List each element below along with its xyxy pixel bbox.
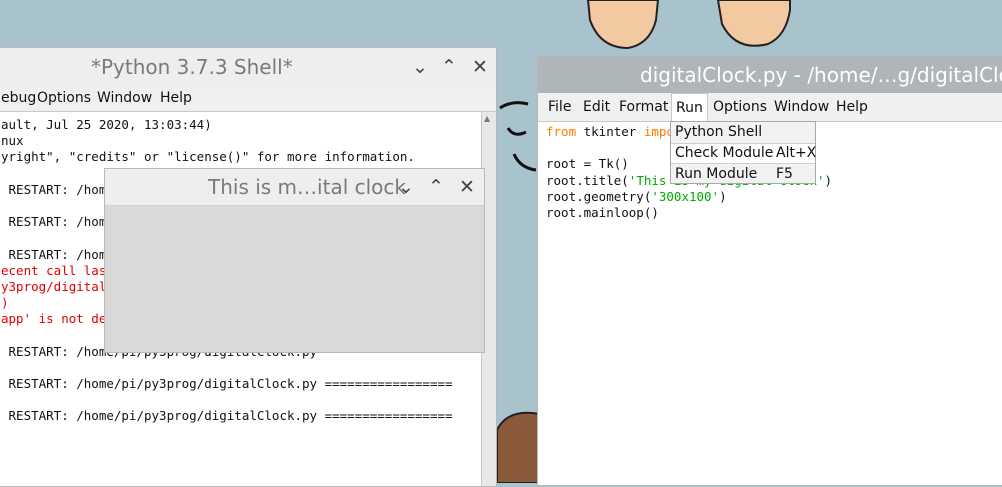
menu-run-module-label: Run Module	[675, 166, 758, 182]
watermark: https://blog.csdn.net/dreamdonghui	[749, 457, 983, 472]
menu-run-label: Run	[676, 100, 703, 116]
editor-title: digitalClock.py - /home/…g/digitalClock.…	[640, 63, 1002, 87]
menu-window[interactable]: Window	[774, 93, 829, 121]
menu-python-shell[interactable]: Python Shell	[671, 122, 815, 143]
shell-line: ault, Jul 25 2020, 13:03:44)	[1, 117, 212, 132]
menu-help-label: Help	[160, 90, 192, 106]
code-token: '300x100'	[651, 188, 720, 204]
menu-help[interactable]: Help	[160, 86, 192, 111]
menu-options[interactable]: Options	[713, 93, 767, 121]
menu-check-module-label: Check Module	[675, 145, 774, 161]
minimize-icon[interactable]: ⌄	[407, 48, 433, 86]
maximize-icon[interactable]: ⌃	[436, 48, 462, 86]
menu-options-label: Options	[713, 99, 768, 115]
menu-run-module-shortcut: F5	[776, 166, 793, 182]
shell-line: RESTART: /home/pi/py3prog/digitalClock.p…	[1, 408, 453, 424]
menu-window-label: Window	[774, 99, 830, 115]
close-icon[interactable]: ✕	[454, 169, 480, 205]
menu-options-label: Options	[37, 90, 92, 106]
menu-debug[interactable]: ebug	[1, 86, 36, 111]
menu-file[interactable]: File	[548, 93, 571, 121]
code-token: from	[546, 124, 577, 139]
run-dropdown-menu: Python Shell Check Module Alt+X Run Modu…	[670, 121, 816, 184]
menu-window[interactable]: Window	[97, 86, 152, 111]
menu-format[interactable]: Format	[619, 93, 668, 121]
menu-file-label: File	[548, 99, 572, 115]
maximize-icon[interactable]: ⌃	[423, 169, 449, 205]
menu-debug-label: ebug	[1, 90, 37, 106]
menu-run-module[interactable]: Run Module F5	[671, 164, 815, 185]
editor-titlebar[interactable]: digitalClock.py - /home/…g/digitalClock.…	[538, 57, 1002, 93]
code-token: )	[824, 172, 832, 188]
scroll-up-icon[interactable]: ▲	[484, 114, 490, 123]
tk-title: This is m…ital clock	[208, 175, 406, 199]
shell-line: yright", "credits" or "license()" for mo…	[1, 149, 415, 165]
menu-window-label: Window	[97, 90, 153, 106]
code-token: root.geometry(	[546, 188, 652, 204]
shell-line: RESTART: /home/pi/py3prog/digitalClock.p…	[1, 376, 453, 391]
code-token: root.title(	[546, 172, 629, 188]
code-token: root.mainloop()	[546, 204, 659, 220]
menu-check-module-shortcut: Alt+X	[776, 145, 817, 161]
shell-titlebar[interactable]: *Python 3.7.3 Shell* ⌄ ⌃ ✕	[0, 48, 496, 87]
shell-menubar: ebug Options Window Help	[0, 86, 496, 112]
shell-title: *Python 3.7.3 Shell*	[91, 55, 293, 79]
editor-menubar: File Edit Format Run Options Window Help	[538, 93, 1002, 122]
menu-help[interactable]: Help	[836, 93, 868, 121]
menu-format-label: Format	[619, 99, 669, 115]
minimize-icon[interactable]: ⌄	[393, 169, 419, 205]
code-token: root = Tk()	[546, 156, 629, 172]
close-icon[interactable]: ✕	[467, 48, 493, 86]
code-token: )	[719, 188, 727, 204]
menu-run[interactable]: Run	[671, 93, 708, 121]
menu-edit-label: Edit	[583, 99, 611, 115]
menu-check-module[interactable]: Check Module Alt+X	[671, 143, 817, 164]
code-line: root.geometry('300x100')	[546, 189, 832, 205]
menu-options[interactable]: Options	[37, 86, 91, 111]
shell-line: nux	[1, 133, 24, 149]
menu-help-label: Help	[836, 99, 868, 115]
menu-python-shell-label: Python Shell	[675, 124, 763, 140]
code-token: tkinter	[576, 124, 644, 139]
code-line: root.mainloop()	[546, 205, 832, 221]
tk-titlebar[interactable]: This is m…ital clock ⌄ ⌃ ✕	[105, 169, 484, 206]
menu-edit[interactable]: Edit	[583, 93, 610, 121]
tk-app-window: This is m…ital clock ⌄ ⌃ ✕	[104, 168, 485, 353]
